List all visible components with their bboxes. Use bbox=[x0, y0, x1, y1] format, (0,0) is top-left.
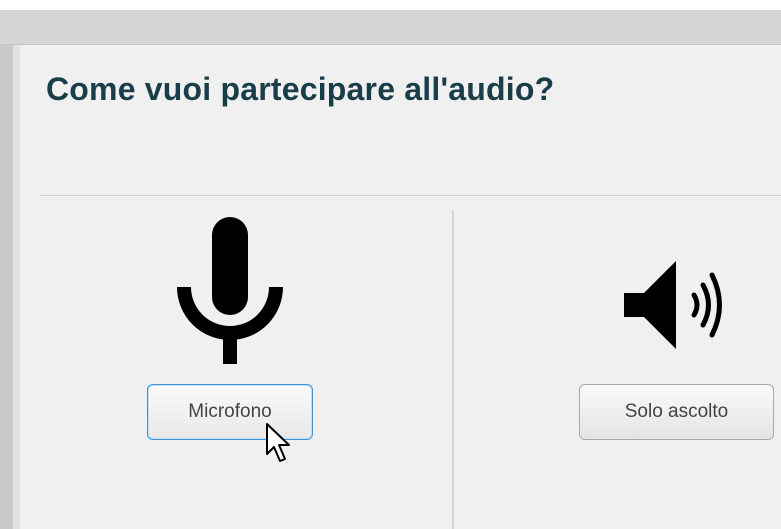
dialog-title: Come vuoi partecipare all'audio? bbox=[46, 71, 555, 107]
top-strip bbox=[0, 0, 781, 10]
window-title-bar bbox=[0, 10, 781, 45]
speaker-icon bbox=[624, 261, 722, 349]
listen-only-button[interactable]: Solo ascolto bbox=[579, 384, 774, 440]
title-divider bbox=[40, 195, 781, 196]
audio-join-dialog: Come vuoi partecipare all'audio? Microfo… bbox=[20, 45, 781, 529]
left-border bbox=[0, 45, 13, 529]
options-divider bbox=[452, 210, 454, 529]
left-border-inner bbox=[13, 45, 20, 529]
microphone-icon bbox=[177, 217, 283, 364]
mouse-pointer-icon bbox=[266, 423, 290, 462]
